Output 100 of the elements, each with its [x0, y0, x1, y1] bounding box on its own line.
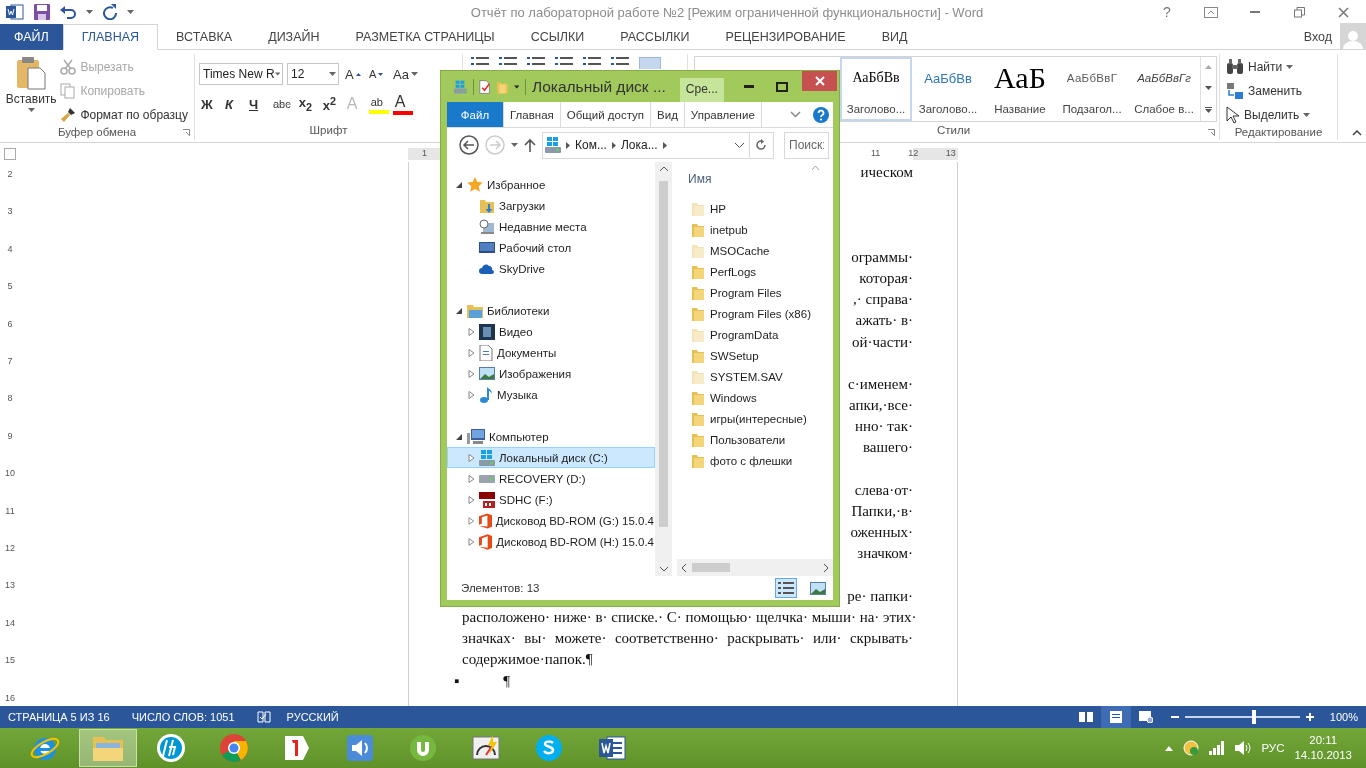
- file-item[interactable]: Program Files: [677, 282, 833, 303]
- tab-selector[interactable]: [4, 148, 16, 160]
- view-button[interactable]: [1100, 706, 1131, 728]
- up-icon[interactable]: [524, 138, 536, 152]
- grow-font-button[interactable]: A: [343, 63, 363, 85]
- undo-icon[interactable]: [60, 5, 76, 19]
- close-button[interactable]: [802, 71, 838, 91]
- style-item[interactable]: АаБбВв Заголово...: [912, 57, 984, 121]
- format-button[interactable]: ab: [368, 94, 389, 114]
- ribbon-tab[interactable]: РАССЫЛКИ: [602, 24, 708, 50]
- list-icon[interactable]: [555, 57, 573, 67]
- save-icon[interactable]: [34, 4, 50, 20]
- zoom-thumb[interactable]: [1251, 710, 1256, 724]
- ribbon-tab[interactable]: ССЫЛКИ: [512, 24, 603, 50]
- horizontal-scrollbar[interactable]: [677, 559, 833, 576]
- style-item[interactable]: АаБ Название: [984, 57, 1056, 121]
- address-bar[interactable]: Ком... Лока...: [542, 131, 774, 159]
- dialog-launcher-icon[interactable]: [183, 129, 190, 136]
- style-item[interactable]: АаБбВвГ Подзагол...: [1056, 57, 1128, 121]
- file-item[interactable]: HP: [677, 198, 833, 219]
- file-item[interactable]: Пользователи: [677, 429, 833, 450]
- scrollbar[interactable]: [655, 162, 672, 576]
- nav-item[interactable]: Документы: [447, 342, 655, 363]
- nav-item[interactable]: Избранное: [447, 174, 655, 195]
- refresh-icon[interactable]: [755, 139, 767, 151]
- nav-item[interactable]: Видео: [447, 321, 655, 342]
- tray-app-icon[interactable]: [1183, 740, 1200, 756]
- nav-item[interactable]: SDHC (F:): [447, 489, 655, 510]
- format-button[interactable]: Ч: [247, 93, 267, 115]
- format-button[interactable]: x$^{2}$: [320, 93, 341, 115]
- language-status[interactable]: РУССКИЙ: [286, 711, 339, 723]
- sign-in-link[interactable]: Вход: [1303, 29, 1332, 44]
- volume-icon[interactable]: [1235, 741, 1252, 755]
- font-name-dropdown[interactable]: Times New R: [199, 63, 283, 85]
- redo-icon[interactable]: [103, 4, 117, 20]
- nav-item[interactable]: Компьютер: [447, 426, 655, 447]
- format-button[interactable]: Ж: [199, 93, 219, 115]
- nav-item[interactable]: RECOVERY (D:): [447, 468, 655, 489]
- expand-ribbon-icon[interactable]: [790, 111, 801, 118]
- style-item[interactable]: АаБбВвГг Слабое в...: [1128, 57, 1200, 121]
- dialog-launcher-icon[interactable]: [1208, 129, 1215, 136]
- collapse-ribbon-icon[interactable]: [1352, 130, 1362, 136]
- nav-item[interactable]: Рабочий стол: [447, 237, 655, 258]
- list-icon[interactable]: [499, 57, 517, 67]
- file-item[interactable]: inetpub: [677, 219, 833, 240]
- file-item[interactable]: SWSetup: [677, 345, 833, 366]
- ribbon-tab[interactable]: ВСТАВКА: [158, 24, 251, 50]
- ribbon-tab[interactable]: ДИЗАЙН: [250, 24, 338, 50]
- nav-item[interactable]: Дисковод BD-ROM (G:) 15.0.4: [447, 510, 655, 531]
- file-item[interactable]: ProgramData: [677, 324, 833, 345]
- word-count[interactable]: ЧИСЛО СЛОВ: 1051: [131, 711, 235, 723]
- page-count[interactable]: СТРАНИЦА 5 ИЗ 16: [8, 711, 110, 723]
- proofing-icon[interactable]: [256, 711, 271, 723]
- scroll-thumb[interactable]: [692, 563, 730, 572]
- help-icon[interactable]: [813, 106, 829, 123]
- file-item[interactable]: игры(интересные): [677, 408, 833, 429]
- view-toggle[interactable]: [775, 578, 797, 598]
- column-header[interactable]: Имя: [688, 172, 712, 186]
- format-button[interactable]: A: [392, 93, 413, 115]
- editing-button[interactable]: Найти: [1224, 56, 1313, 78]
- ribbon-tab[interactable]: ГЛАВНАЯ: [62, 24, 159, 50]
- file-item[interactable]: SYSTEM.SAV: [677, 366, 833, 387]
- change-case-button[interactable]: Аа: [391, 63, 421, 85]
- list-icon[interactable]: [471, 57, 489, 67]
- nav-item[interactable]: Музыка: [447, 384, 655, 405]
- editing-button[interactable]: Выделить: [1224, 104, 1313, 126]
- file-item[interactable]: PerfLogs: [677, 261, 833, 282]
- file-item[interactable]: Windows: [677, 387, 833, 408]
- zoom-level[interactable]: 100%: [1329, 711, 1358, 723]
- nav-item[interactable]: Локальный диск (C:): [447, 447, 655, 468]
- file-tab[interactable]: Файл: [447, 102, 504, 127]
- scroll-thumb[interactable]: [659, 181, 668, 527]
- list-icon[interactable]: [527, 57, 545, 67]
- nav-item[interactable]: Библиотеки: [447, 300, 655, 321]
- format-button[interactable]: x$_{2}$: [296, 93, 317, 115]
- ribbon-tab[interactable]: РЕЦЕНЗИРОВАНИЕ: [707, 24, 864, 50]
- style-item[interactable]: АаБбВв Заголово...: [840, 57, 912, 121]
- format-button[interactable]: К: [223, 93, 243, 115]
- more-styles-icon[interactable]: [1205, 106, 1212, 113]
- editing-button[interactable]: Заменить: [1224, 80, 1313, 102]
- nav-item[interactable]: Изображения: [447, 363, 655, 384]
- context-tab[interactable]: Сре...: [679, 78, 724, 102]
- ribbon-tab[interactable]: ВИД: [863, 24, 926, 50]
- file-item[interactable]: фото с флешки: [677, 450, 833, 471]
- file-item[interactable]: MSOCache: [677, 240, 833, 261]
- paste-button[interactable]: Вставить: [4, 54, 59, 126]
- signal-icon[interactable]: [1209, 741, 1226, 755]
- clipboard-button[interactable]: Формат по образцу: [58, 104, 190, 126]
- shrink-font-button[interactable]: A: [367, 63, 387, 85]
- search-field[interactable]: Поиск:: [784, 131, 829, 159]
- font-size-dropdown[interactable]: 12: [287, 63, 339, 85]
- ribbon-tab[interactable]: РАЗМЕТКА СТРАНИЦЫ: [337, 24, 513, 50]
- list-icon[interactable]: [583, 57, 601, 67]
- zoom-in-icon[interactable]: [1305, 713, 1314, 721]
- nav-item[interactable]: Загрузки: [447, 195, 655, 216]
- nav-item[interactable]: SkyDrive: [447, 258, 655, 279]
- show-hidden-icons-icon[interactable]: [1165, 745, 1174, 751]
- scroll-up-icon[interactable]: [1205, 65, 1212, 70]
- file-item[interactable]: Program Files (x86): [677, 303, 833, 324]
- scroll-down-icon[interactable]: [1205, 86, 1212, 90]
